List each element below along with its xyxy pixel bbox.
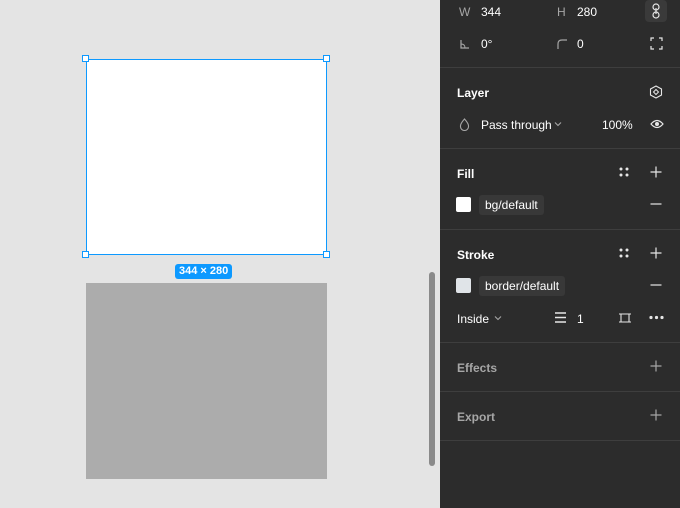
resize-handle-top-left[interactable] bbox=[82, 55, 89, 62]
width-label: W bbox=[459, 5, 471, 19]
chevron-down-icon bbox=[554, 122, 562, 127]
divider bbox=[440, 67, 680, 68]
design-canvas[interactable]: 344 × 280 bbox=[0, 0, 440, 508]
add-effect-icon[interactable] bbox=[650, 360, 662, 372]
layer-section-title: Layer bbox=[457, 86, 490, 100]
divider bbox=[440, 229, 680, 230]
size-badge: 344 × 280 bbox=[175, 264, 233, 279]
rotation-icon bbox=[460, 40, 469, 49]
style-grid-icon[interactable] bbox=[618, 247, 630, 259]
height-label: H bbox=[557, 5, 566, 19]
style-grid-icon[interactable] bbox=[618, 166, 630, 178]
effects-section-title: Effects bbox=[457, 361, 498, 375]
add-stroke-icon[interactable] bbox=[650, 247, 662, 259]
divider bbox=[440, 440, 680, 441]
add-export-icon[interactable] bbox=[650, 409, 662, 421]
resize-handle-top-right[interactable] bbox=[323, 55, 330, 62]
link-icon bbox=[652, 3, 660, 19]
stroke-weight-icon bbox=[555, 312, 566, 323]
stroke-color-swatch[interactable] bbox=[456, 278, 471, 293]
stroke-style-chip[interactable]: border/default bbox=[479, 276, 566, 296]
constrain-proportions-button[interactable] bbox=[645, 0, 667, 22]
resize-handle-bottom-right[interactable] bbox=[323, 251, 330, 258]
grey-rectangle[interactable] bbox=[86, 283, 327, 479]
remove-fill-icon[interactable] bbox=[650, 198, 662, 210]
selected-frame[interactable] bbox=[86, 59, 327, 255]
add-fill-icon[interactable] bbox=[650, 166, 662, 178]
fill-section-title: Fill bbox=[457, 167, 475, 181]
component-icon[interactable] bbox=[649, 85, 663, 99]
remove-stroke-icon[interactable] bbox=[650, 279, 662, 291]
more-options-icon[interactable] bbox=[649, 315, 664, 320]
blend-mode-icon bbox=[459, 118, 470, 131]
vertical-scrollbar[interactable] bbox=[429, 272, 435, 466]
opacity-input[interactable]: 100% bbox=[602, 118, 633, 132]
properties-panel: W 344 H 280 0° 0 Layer Pass through 100% bbox=[440, 0, 680, 508]
fill-style-chip[interactable]: bg/default bbox=[479, 195, 544, 215]
individual-strokes-icon[interactable] bbox=[618, 311, 632, 325]
fill-color-swatch[interactable] bbox=[456, 197, 471, 212]
eye-icon[interactable] bbox=[650, 118, 664, 130]
independent-corners-icon[interactable] bbox=[650, 37, 663, 50]
divider bbox=[440, 342, 680, 343]
width-input[interactable]: 344 bbox=[481, 5, 501, 19]
resize-handle-bottom-left[interactable] bbox=[82, 251, 89, 258]
stroke-weight-input[interactable]: 1 bbox=[577, 312, 584, 326]
corner-radius-input[interactable]: 0 bbox=[577, 37, 584, 51]
corner-radius-icon bbox=[557, 39, 567, 49]
blend-mode-dropdown[interactable]: Pass through bbox=[481, 118, 552, 132]
divider bbox=[440, 391, 680, 392]
rotation-input[interactable]: 0° bbox=[481, 37, 492, 51]
divider bbox=[440, 148, 680, 149]
export-section-title: Export bbox=[457, 410, 496, 424]
chevron-down-icon bbox=[494, 316, 502, 321]
stroke-section-title: Stroke bbox=[457, 248, 495, 262]
stroke-position-dropdown[interactable]: Inside bbox=[457, 312, 489, 326]
height-input[interactable]: 280 bbox=[577, 5, 597, 19]
